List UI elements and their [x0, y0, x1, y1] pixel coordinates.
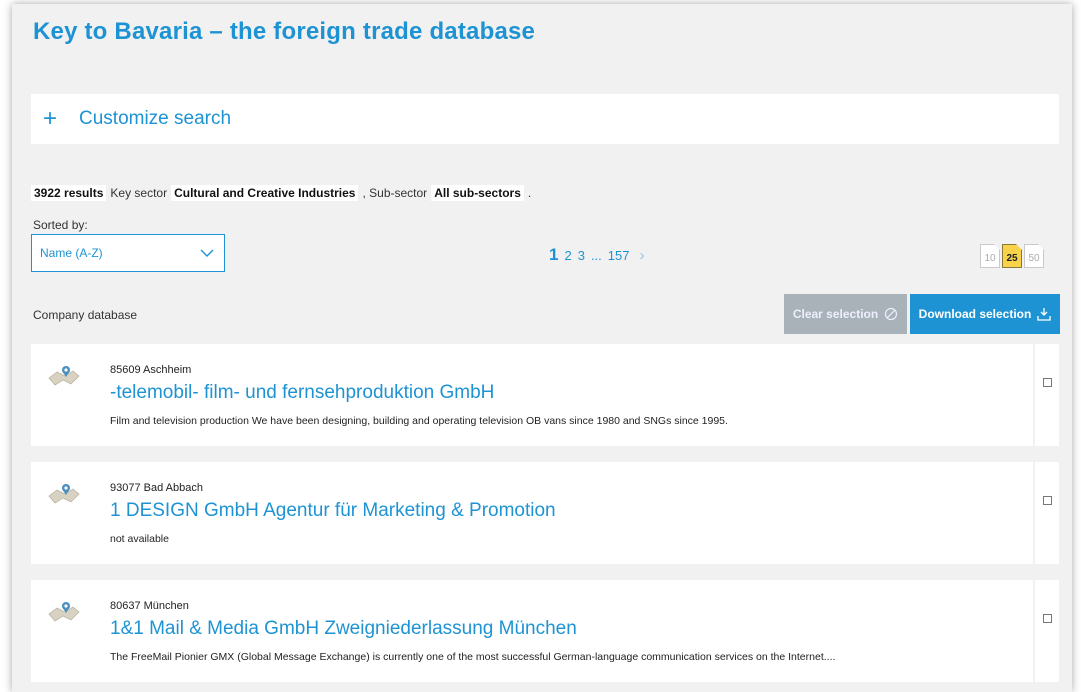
select-company-checkbox[interactable] [1043, 496, 1052, 505]
page-ellipsis: ... [590, 248, 602, 263]
customize-search-toggle[interactable]: + Customize search [31, 94, 1059, 144]
sort-dropdown[interactable]: Name (A-Z) [31, 234, 225, 272]
summary-end: . [527, 186, 532, 200]
selection-column [1035, 344, 1059, 446]
page-size-10[interactable]: 10 [980, 244, 1000, 268]
map-pin-icon [48, 366, 80, 386]
company-card: 93077 Bad Abbach 1 DESIGN GmbH Agentur f… [31, 462, 1033, 564]
key-sector-value: Cultural and Creative Industries [171, 185, 359, 201]
sort-value: Name (A-Z) [40, 246, 103, 260]
company-location: 80637 München [110, 600, 189, 612]
page-last[interactable]: 157 [608, 248, 630, 263]
cancel-circle-icon [885, 307, 898, 321]
page-current[interactable]: 1 [549, 245, 558, 265]
key-sector-label: Key sector [110, 186, 168, 200]
page-size-selector: 10 25 50 [980, 244, 1044, 268]
download-selection-button[interactable]: Download selection [910, 294, 1060, 334]
download-selection-label: Download selection [918, 307, 1032, 321]
company-name-link[interactable]: 1 DESIGN GmbH Agentur für Marketing & Pr… [110, 500, 556, 522]
company-location: 85609 Aschheim [110, 364, 192, 376]
selection-column [1035, 580, 1059, 682]
page-link[interactable]: 3 [578, 248, 585, 263]
sub-sector-label: , Sub-sector [362, 186, 428, 200]
page-link[interactable]: 2 [564, 248, 571, 263]
map-pin-icon [48, 484, 80, 504]
clear-selection-label: Clear selection [792, 307, 879, 321]
company-card: 85609 Aschheim -telemobil- film- und fer… [31, 344, 1033, 446]
company-location: 93077 Bad Abbach [110, 482, 203, 494]
company-database-label: Company database [33, 308, 138, 322]
sort-label: Sorted by: [33, 218, 88, 232]
company-description: not available [110, 533, 169, 545]
clear-selection-button[interactable]: Clear selection [784, 294, 907, 334]
page-size-50[interactable]: 50 [1024, 244, 1044, 268]
map-pin-icon [48, 602, 80, 622]
company-description: Film and television production We have b… [110, 415, 728, 427]
results-count: 3922 results [31, 185, 107, 201]
company-name-link[interactable]: -telemobil- film- und fernsehproduktion … [110, 382, 494, 404]
company-card: 80637 München 1&1 Mail & Media GmbH Zwei… [31, 580, 1033, 682]
company-description: The FreeMail Pionier GMX (Global Message… [110, 651, 836, 663]
select-company-checkbox[interactable] [1043, 614, 1052, 623]
plus-icon: + [43, 105, 58, 132]
sub-sector-value: All sub-sectors [431, 185, 524, 201]
page-frame: Key to Bavaria – the foreign trade datab… [12, 4, 1072, 692]
download-icon [1037, 308, 1051, 321]
next-page-icon[interactable]: › [639, 247, 644, 264]
select-company-checkbox[interactable] [1043, 378, 1052, 387]
selection-column [1035, 462, 1059, 564]
page-title: Key to Bavaria – the foreign trade datab… [33, 18, 536, 45]
page-size-25[interactable]: 25 [1002, 244, 1022, 268]
chevron-down-icon [200, 249, 214, 257]
search-summary: 3922 results Key sector Cultural and Cre… [31, 185, 531, 201]
pagination: 1 2 3 ... 157 › [549, 245, 644, 265]
company-name-link[interactable]: 1&1 Mail & Media GmbH Zweigniederlassung… [110, 618, 577, 640]
customize-search-label: Customize search [79, 108, 232, 129]
